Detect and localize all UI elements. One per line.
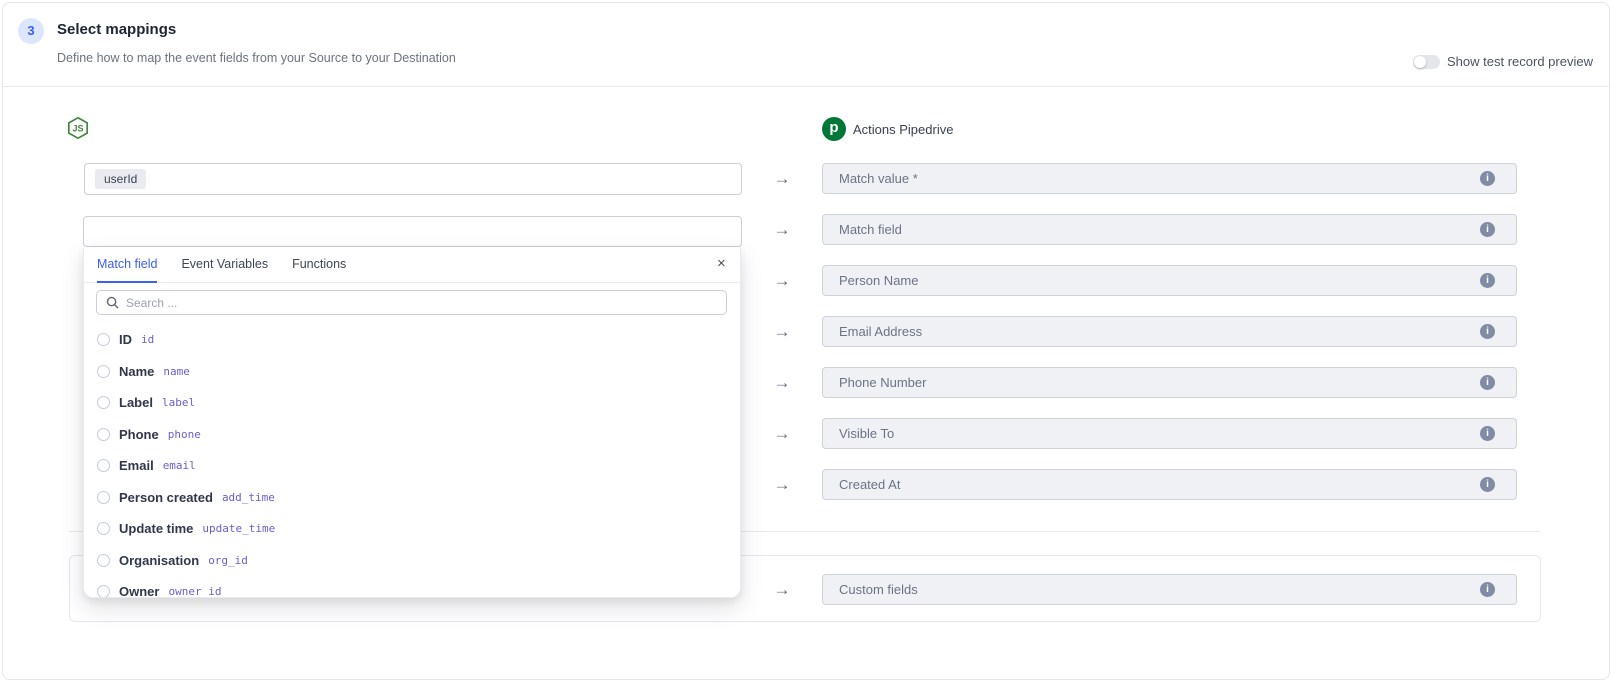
radio-icon[interactable] <box>97 491 110 504</box>
info-icon[interactable]: i <box>1480 477 1495 492</box>
page-subtitle: Define how to map the event fields from … <box>57 51 456 65</box>
toggle-knob-icon <box>1414 56 1426 68</box>
toggle-label: Show test record preview <box>1447 55 1593 69</box>
search-box[interactable] <box>96 290 727 315</box>
option-code: add_time <box>222 491 275 504</box>
option-label: Organisation <box>119 553 199 568</box>
dest-field-visible-to[interactable]: Visible To i <box>822 418 1517 449</box>
field-option-phone[interactable]: Phone phone <box>84 418 740 450</box>
option-code: org_id <box>208 554 248 567</box>
tab-functions[interactable]: Functions <box>292 247 346 283</box>
source-field-input-empty[interactable] <box>83 216 742 247</box>
dest-field-label: Match value * <box>839 164 918 193</box>
option-label: Email <box>119 458 154 473</box>
dest-field-label: Person Name <box>839 266 918 295</box>
option-code: label <box>162 396 195 409</box>
field-option-id[interactable]: ID id <box>84 323 740 355</box>
dest-field-match-value[interactable]: Match value * i <box>822 163 1517 194</box>
source-field-input-userid[interactable]: userId <box>84 163 742 195</box>
arrow-right-icon: → <box>770 163 794 194</box>
close-icon[interactable]: ✕ <box>717 247 726 283</box>
dest-field-label: Phone Number <box>839 368 926 397</box>
option-code: name <box>163 365 190 378</box>
info-icon[interactable]: i <box>1480 222 1495 237</box>
option-label: Label <box>119 395 153 410</box>
dest-field-custom-fields[interactable]: Custom fields i <box>822 574 1517 605</box>
radio-icon[interactable] <box>97 585 110 598</box>
field-option-name[interactable]: Name name <box>84 355 740 387</box>
option-code: owner_id <box>168 585 221 598</box>
field-picker-dropdown: Match field Event Variables Functions ✕ … <box>83 247 741 598</box>
page-title: Select mappings <box>57 21 176 38</box>
info-icon[interactable]: i <box>1480 324 1495 339</box>
field-option-label[interactable]: Label label <box>84 386 740 418</box>
info-icon[interactable]: i <box>1480 171 1495 186</box>
select-mappings-page: 3 Select mappings Define how to map the … <box>0 0 1613 687</box>
arrow-right-icon: → <box>770 316 794 347</box>
field-option-person-created[interactable]: Person created add_time <box>84 481 740 513</box>
arrow-right-icon: → <box>770 265 794 296</box>
dest-field-created-at[interactable]: Created At i <box>822 469 1517 500</box>
radio-icon[interactable] <box>97 333 110 346</box>
radio-icon[interactable] <box>97 554 110 567</box>
dest-field-label: Created At <box>839 470 900 499</box>
dest-field-label: Match field <box>839 215 902 244</box>
field-option-email[interactable]: Email email <box>84 449 740 481</box>
radio-icon[interactable] <box>97 459 110 472</box>
info-icon[interactable]: i <box>1480 582 1495 597</box>
dest-field-person-name[interactable]: Person Name i <box>822 265 1517 296</box>
dest-field-label: Email Address <box>839 317 922 346</box>
radio-icon[interactable] <box>97 396 110 409</box>
option-label: Update time <box>119 521 193 536</box>
radio-icon[interactable] <box>97 428 110 441</box>
option-code: email <box>163 459 196 472</box>
pipedrive-icon: p <box>822 117 846 141</box>
arrow-right-icon: → <box>770 574 794 605</box>
option-label: ID <box>119 332 132 347</box>
dest-field-label: Visible To <box>839 419 894 448</box>
field-option-organisation[interactable]: Organisation org_id <box>84 544 740 576</box>
arrow-right-icon: → <box>770 418 794 449</box>
option-label: Owner <box>119 584 159 599</box>
tab-match-field[interactable]: Match field <box>97 247 157 283</box>
arrow-right-icon: → <box>770 367 794 398</box>
tab-event-variables[interactable]: Event Variables <box>181 247 268 283</box>
field-option-update-time[interactable]: Update time update_time <box>84 512 740 544</box>
arrow-right-icon: → <box>770 469 794 500</box>
info-icon[interactable]: i <box>1480 273 1495 288</box>
info-icon[interactable]: i <box>1480 375 1495 390</box>
field-chip[interactable]: userId <box>95 169 146 189</box>
svg-text:JS: JS <box>72 124 83 134</box>
step-number-badge: 3 <box>18 18 44 44</box>
info-icon[interactable]: i <box>1480 426 1495 441</box>
radio-icon[interactable] <box>97 365 110 378</box>
option-code: phone <box>168 428 201 441</box>
show-test-record-preview-toggle[interactable] <box>1413 55 1440 69</box>
search-input[interactable] <box>126 296 686 310</box>
option-label: Person created <box>119 490 213 505</box>
dest-field-match-field[interactable]: Match field i <box>822 214 1517 245</box>
dest-field-phone-number[interactable]: Phone Number i <box>822 367 1517 398</box>
dest-field-label: Custom fields <box>839 575 918 604</box>
dest-field-email-address[interactable]: Email Address i <box>822 316 1517 347</box>
option-label: Name <box>119 364 154 379</box>
option-label: Phone <box>119 427 159 442</box>
destination-title: Actions Pipedrive <box>853 122 953 137</box>
option-code: update_time <box>202 522 275 535</box>
search-icon <box>106 296 119 309</box>
dropdown-tabs: Match field Event Variables Functions ✕ <box>84 247 740 283</box>
arrow-right-icon: → <box>770 214 794 245</box>
field-option-owner[interactable]: Owner owner_id <box>84 575 740 598</box>
header-divider <box>3 86 1610 87</box>
nodejs-icon: JS <box>66 116 90 140</box>
option-code: id <box>141 333 154 346</box>
radio-icon[interactable] <box>97 522 110 535</box>
